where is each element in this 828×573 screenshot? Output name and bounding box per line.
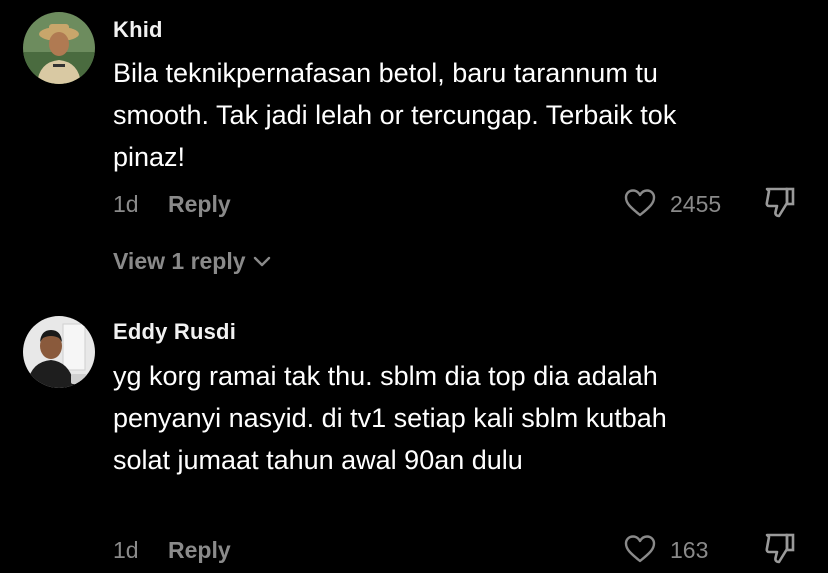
like-count: 163	[670, 537, 709, 563]
reply-button[interactable]: Reply	[168, 537, 231, 564]
avatar-image	[23, 316, 95, 388]
dislike-icon[interactable]	[763, 185, 797, 219]
view-replies-label: View 1 reply	[113, 248, 246, 274]
heart-icon[interactable]	[624, 188, 656, 218]
username[interactable]: Eddy Rusdi	[113, 319, 236, 345]
comment-item: Eddy Rusdi yg korg ramai tak thu. sblm d…	[0, 300, 828, 573]
chevron-down-icon	[253, 256, 270, 266]
avatar[interactable]	[23, 12, 95, 84]
view-replies-button[interactable]: View 1 reply	[113, 248, 272, 275]
comment-time: 1d	[113, 191, 139, 217]
comment-time: 1d	[113, 537, 139, 563]
like-count: 2455	[670, 191, 722, 217]
avatar[interactable]	[23, 316, 95, 388]
comment-text: yg korg ramai tak thu. sblm dia top dia …	[113, 361, 667, 475]
avatar-image	[23, 12, 95, 84]
reply-button[interactable]: Reply	[168, 191, 231, 218]
username[interactable]: Khid	[113, 17, 163, 43]
heart-icon[interactable]	[624, 534, 656, 564]
comment-item: Khid Bila teknikpernafasan betol, baru t…	[0, 0, 828, 300]
dislike-icon[interactable]	[763, 531, 797, 565]
comment-text: Bila teknikpernafasan betol, baru tarann…	[113, 58, 677, 172]
